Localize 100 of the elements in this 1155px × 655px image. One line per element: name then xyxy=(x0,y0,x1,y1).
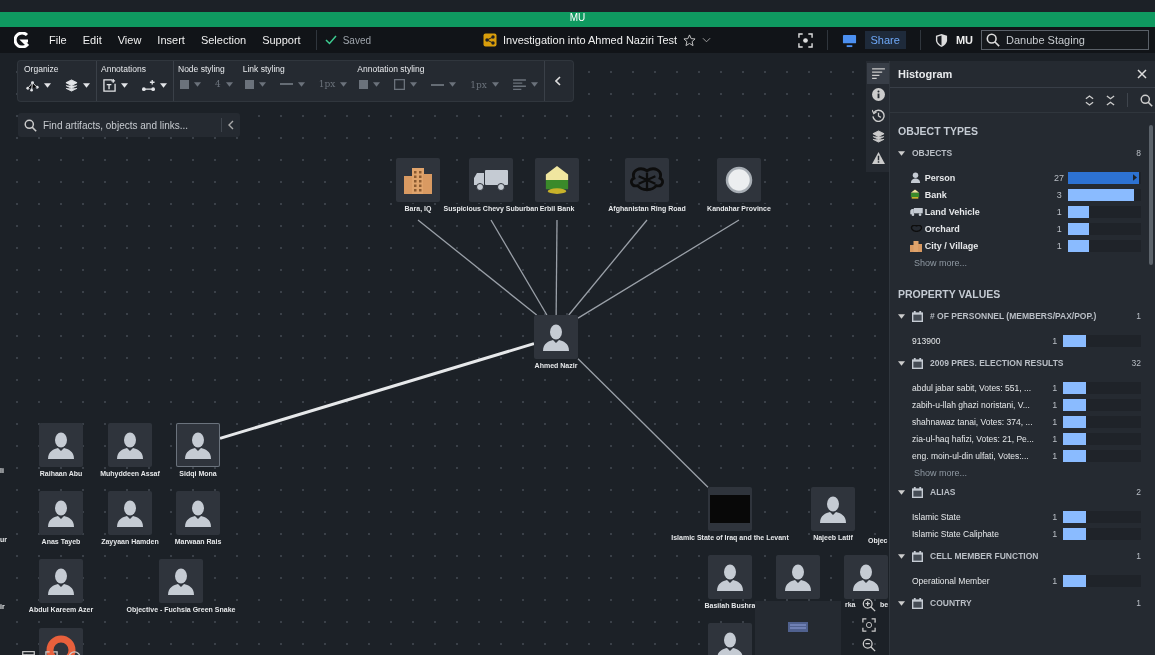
value-label[interactable]: shahnawaz tanai, Votes: 374, ... xyxy=(912,416,1050,427)
node-tile[interactable] xyxy=(717,158,761,202)
bar-track[interactable] xyxy=(1063,381,1141,394)
menu-item[interactable]: Support xyxy=(255,31,308,49)
calendar-icon xyxy=(912,597,923,609)
link-line[interactable] xyxy=(555,219,558,316)
property-title: COUNTRY xyxy=(930,598,972,608)
type-label[interactable]: Land Vehicle xyxy=(924,206,1055,217)
expand-vertical-icon[interactable] xyxy=(1085,94,1094,106)
chevron-down-icon[interactable] xyxy=(702,37,712,43)
caret-down-icon[interactable] xyxy=(898,360,905,366)
menu-item[interactable]: Selection xyxy=(193,31,254,49)
property-title: 2009 PRES. ELECTION RESULTS xyxy=(930,358,1064,368)
type-label[interactable]: Orchard xyxy=(924,223,1055,234)
logo-icon[interactable] xyxy=(14,32,30,48)
node-tile[interactable] xyxy=(176,423,220,467)
collapse-vertical-icon[interactable] xyxy=(1106,94,1115,106)
menu-item[interactable]: Insert xyxy=(150,31,192,49)
bar-track[interactable] xyxy=(1063,432,1141,445)
zoom-out-icon[interactable] xyxy=(862,638,876,652)
monitor-icon[interactable] xyxy=(841,32,857,48)
bar-track[interactable] xyxy=(1063,334,1141,347)
type-label[interactable]: City / Village xyxy=(924,240,1055,251)
group-title: Annotation styling xyxy=(357,64,426,74)
menu-item[interactable]: View xyxy=(110,31,149,49)
caret-down-icon[interactable] xyxy=(898,553,905,559)
caret-down-icon[interactable] xyxy=(898,150,905,156)
node-tile[interactable] xyxy=(844,555,888,599)
person-icon xyxy=(183,430,213,460)
bar-track[interactable] xyxy=(1067,222,1141,235)
node-tile[interactable] xyxy=(469,158,513,202)
person-icon xyxy=(115,498,145,528)
node-add-dropdown[interactable] xyxy=(140,77,169,94)
search-bar[interactable]: Find artifacts, objects and links... xyxy=(18,113,240,137)
node-tile[interactable] xyxy=(776,555,820,599)
bar-track[interactable] xyxy=(1067,205,1141,218)
minimap-drawing xyxy=(787,621,809,633)
search-field[interactable]: Danube Staging xyxy=(981,30,1149,50)
menu-item[interactable]: File xyxy=(42,31,74,49)
value-label[interactable]: zabih-u-llah ghazi noristani, V... xyxy=(912,399,1050,410)
caret-down-icon[interactable] xyxy=(898,489,905,495)
bar-track[interactable] xyxy=(1063,510,1141,523)
text-add-icon xyxy=(103,79,116,92)
bar-track[interactable] xyxy=(1063,398,1141,411)
value-label[interactable]: eng. moin-ul-din ulfati, Votes:... xyxy=(912,450,1050,461)
user-name[interactable]: MU xyxy=(955,34,973,46)
type-label[interactable]: Bank xyxy=(924,189,1055,200)
node-tile[interactable] xyxy=(708,555,752,599)
focus-icon[interactable] xyxy=(797,32,813,48)
property-count: 1 xyxy=(1136,551,1141,561)
node-tile[interactable] xyxy=(535,158,579,202)
chevron-left-icon[interactable] xyxy=(228,120,234,130)
value-label[interactable]: Islamic State Caliphate xyxy=(912,528,1050,539)
value-label[interactable]: Operational Member xyxy=(912,575,1050,586)
node-tile[interactable] xyxy=(39,423,83,467)
bar-track[interactable] xyxy=(1063,449,1141,462)
layers-dropdown[interactable] xyxy=(63,77,92,94)
node-tile[interactable] xyxy=(39,559,83,603)
list-tab[interactable] xyxy=(867,63,889,84)
caret-down-icon xyxy=(83,83,90,88)
zoom-in-icon[interactable] xyxy=(862,598,876,612)
value-label[interactable]: Islamic State xyxy=(912,511,1050,522)
value-label[interactable]: 913900 xyxy=(912,335,1050,346)
node-tile[interactable] xyxy=(708,623,752,655)
caret-down-icon[interactable] xyxy=(898,313,905,319)
text-add-dropdown[interactable] xyxy=(101,77,130,94)
node-tile[interactable] xyxy=(396,158,440,202)
caret-down-icon xyxy=(297,81,305,87)
bar-track[interactable] xyxy=(1063,415,1141,428)
value-label[interactable]: abdul jabar sabit, Votes: 551, ... xyxy=(912,382,1050,393)
node-tile[interactable] xyxy=(39,491,83,535)
zoom-in-icon[interactable] xyxy=(1140,93,1153,107)
bar-track[interactable] xyxy=(1063,527,1141,540)
node-tile[interactable] xyxy=(625,158,669,202)
find-field[interactable]: Find artifacts, objects and links... xyxy=(43,119,215,131)
caret-down-icon xyxy=(530,82,538,87)
show-more-link[interactable]: Show more... xyxy=(898,464,968,478)
fit-icon[interactable] xyxy=(862,618,876,632)
scrollbar-thumb[interactable] xyxy=(1149,125,1153,265)
bar-track[interactable] xyxy=(1063,574,1141,587)
share-button[interactable]: Share xyxy=(864,31,906,49)
value-label[interactable]: zia-ul-haq hafizi, Votes: 21, Pe... xyxy=(912,433,1050,444)
node-tile[interactable] xyxy=(108,491,152,535)
bar-track[interactable] xyxy=(1067,239,1141,252)
node-tile[interactable] xyxy=(176,491,220,535)
caret-down-icon xyxy=(44,83,51,88)
star-icon[interactable] xyxy=(683,33,697,47)
node-tile[interactable] xyxy=(708,487,752,531)
menu-item[interactable]: Edit xyxy=(75,31,109,49)
show-more-link[interactable]: Show more... xyxy=(898,254,968,268)
node-tile[interactable] xyxy=(159,559,203,603)
close-icon[interactable] xyxy=(1137,69,1147,79)
calendar-icon xyxy=(912,357,923,369)
type-label[interactable]: Person xyxy=(924,172,1054,183)
value-count: 1 xyxy=(1051,416,1058,427)
node-tile[interactable] xyxy=(811,487,855,531)
node-tile[interactable] xyxy=(534,315,578,359)
node-tile[interactable] xyxy=(108,423,152,467)
caret-down-icon[interactable] xyxy=(898,600,905,606)
layers-icon xyxy=(65,79,78,92)
